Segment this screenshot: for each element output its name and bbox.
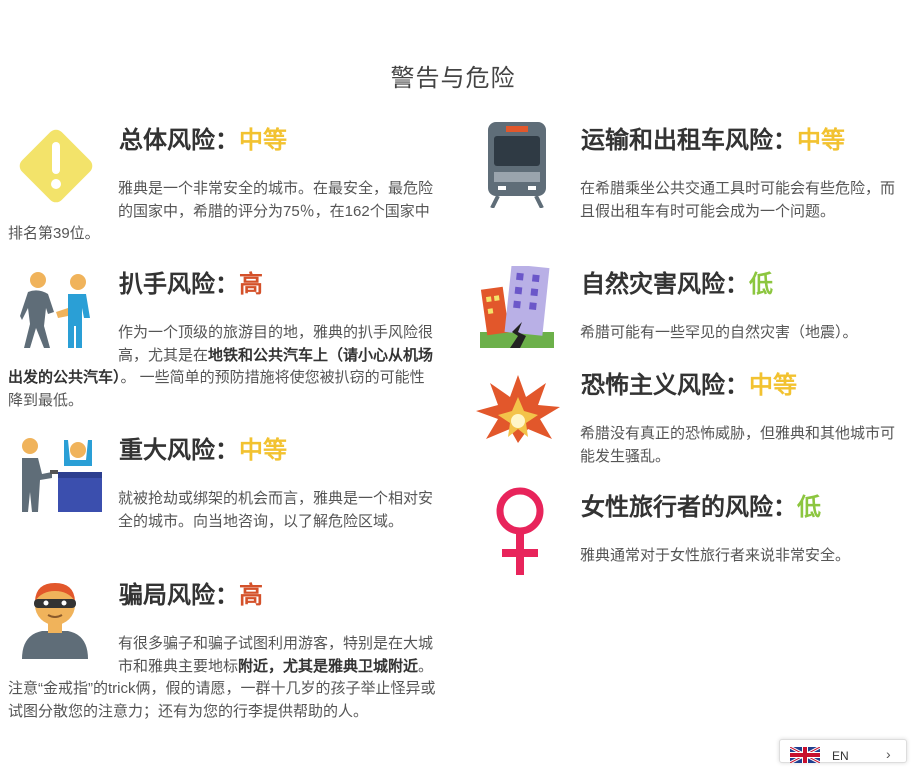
risk-level-badge: 中等 [239, 127, 287, 154]
risk-label: 恐怖主义风险： [581, 372, 749, 399]
risk-description: 雅典通常对于女性旅行者来说非常安全。 [580, 547, 851, 564]
language-switcher[interactable]: EN › [779, 739, 907, 765]
risk-terrorism: 恐怖主义风险：中等 希腊没有真正的恐怖威胁，但雅典和其他城市可能发生骚乱。 [470, 363, 900, 473]
risk-label: 扒手风险： [119, 271, 239, 298]
risk-title-overall: 总体风险：中等 [119, 120, 287, 155]
page-title: 警告与危险 [390, 65, 516, 92]
risk-label: 女性旅行者的风险： [581, 494, 797, 521]
risk-level-badge: 中等 [797, 127, 845, 154]
risk-description: 在希腊乘坐公共交通工具时可能会有些危险，而且假出租车有时可能会成为一个问题。 [580, 180, 896, 220]
risk-label: 自然灾害风险： [581, 271, 749, 298]
risk-title-scam: 骗局风险：高 [119, 575, 263, 610]
risk-title-terrorism: 恐怖主义风险：中等 [581, 365, 797, 400]
language-code: EN [832, 749, 849, 763]
risk-level-badge: 低 [749, 271, 773, 298]
risk-level-badge: 高 [239, 271, 263, 298]
risk-level-badge: 高 [239, 582, 263, 609]
risk-level-badge: 低 [797, 494, 821, 521]
risk-transport: 运输和出租车风险：中等 在希腊乘坐公共交通工具时可能会有些危险，而且假出租车有时… [470, 118, 900, 248]
risk-description: 希腊可能有一些罕见的自然灾害（地震）。 [580, 324, 858, 341]
risk-level-badge: 中等 [239, 437, 287, 464]
risk-overall: 总体风险：中等 雅典是一个非常安全的城市。在最安全，最危险的国家中，希腊的评分为… [8, 118, 438, 248]
risk-label: 骗局风险： [119, 582, 239, 609]
risk-label: 运输和出租车风险： [581, 127, 797, 154]
risk-scam: 骗局风险：高 有很多骗子和骗子试图利用游客，特别是在大城市和雅典主要地标附近，尤… [8, 573, 438, 748]
uk-flag-icon [789, 745, 821, 768]
risk-description: 作为一个顶级的旅游目的地，雅典的扒手风险很高，尤其是在地铁和公共汽车上（请小心从… [8, 324, 434, 409]
risk-label: 重大风险： [119, 437, 239, 464]
risk-description: 有很多骗子和骗子试图利用游客，特别是在大城市和雅典主要地标附近，尤其是雅典卫城附… [8, 635, 436, 720]
risk-pickpocket: 扒手风险：高 作为一个顶级的旅游目的地，雅典的扒手风险很高，尤其是在地铁和公共汽… [8, 262, 438, 412]
risk-description: 希腊没有真正的恐怖威胁，但雅典和其他城市可能发生骚乱。 [580, 425, 896, 465]
risk-description: 就被抢劫或绑架的机会而言，雅典是一个相对安全的城市。向当地咨询，以了解危险区域。 [118, 490, 434, 530]
risk-women: 女性旅行者的风险：低 雅典通常对于女性旅行者来说非常安全。 [470, 485, 900, 585]
chevron-right-icon: › [886, 746, 891, 762]
risk-title-transport: 运输和出租车风险：中等 [581, 120, 845, 155]
risk-level-badge: 中等 [749, 372, 797, 399]
risk-title-natural: 自然灾害风险：低 [581, 264, 773, 299]
risk-title-pickpocket: 扒手风险：高 [119, 264, 263, 299]
risk-title-women: 女性旅行者的风险：低 [581, 487, 821, 522]
risk-description: 雅典是一个非常安全的城市。在最安全，最危险的国家中，希腊的评分为75％，在162… [8, 180, 434, 242]
risk-natural: 自然灾害风险：低 希腊可能有一些罕见的自然灾害（地震）。 [470, 262, 900, 362]
risk-mugging: 重大风险：中等 就被抢劫或绑架的机会而言，雅典是一个相对安全的城市。向当地咨询，… [8, 428, 438, 558]
risk-title-mugging: 重大风险：中等 [119, 430, 287, 465]
risk-label: 总体风险： [119, 127, 239, 154]
